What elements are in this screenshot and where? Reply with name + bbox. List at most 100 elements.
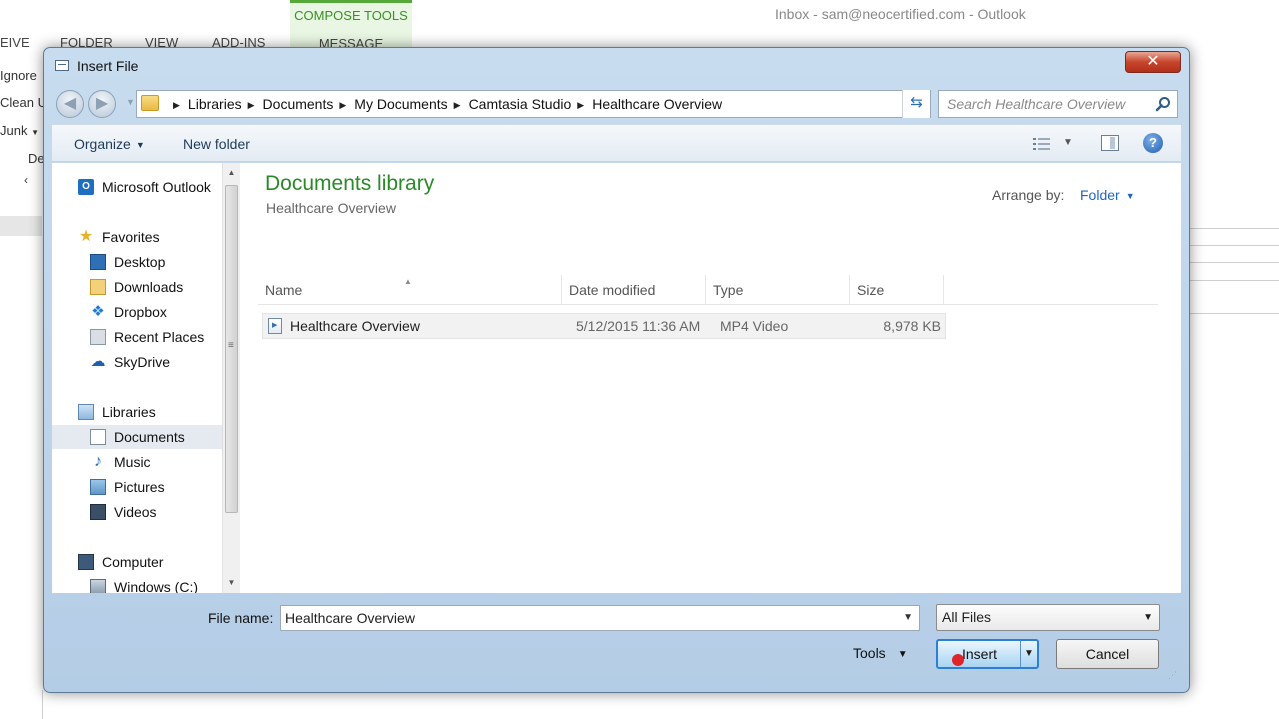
nav-item-label: Videos <box>114 504 157 520</box>
forward-button[interactable]: ▶ <box>88 90 116 118</box>
recent-locations-dropdown[interactable]: ▼ <box>126 97 135 107</box>
file-list-pane: Documents library Healthcare Overview Ar… <box>250 163 1181 593</box>
chevron-down-icon: ▼ <box>135 140 145 150</box>
nav-item-skydrive[interactable]: ☁ SkyDrive <box>52 350 238 374</box>
breadcrumb-separator-icon[interactable]: ▶ <box>173 92 180 118</box>
back-button[interactable]: ◀ <box>56 90 84 118</box>
breadcrumb-documents[interactable]: Documents <box>263 96 334 112</box>
close-button[interactable]: ✕ <box>1125 51 1181 73</box>
close-icon: ✕ <box>1146 53 1160 70</box>
breadcrumb-separator-icon[interactable]: ▶ <box>454 92 461 118</box>
outlook-icon: O <box>78 179 94 195</box>
folder-selection <box>0 216 42 236</box>
folder-icon <box>141 95 159 111</box>
refresh-button[interactable]: ⇆ <box>902 90 930 118</box>
change-view-button[interactable]: ▼ <box>1033 135 1073 155</box>
column-header-date-modified[interactable]: Date modified <box>562 275 706 305</box>
column-header-label: Type <box>713 282 744 298</box>
nav-item-computer[interactable]: Computer <box>52 550 238 574</box>
breadcrumb-healthcare-overview[interactable]: Healthcare Overview <box>592 96 722 112</box>
breadcrumb-camtasia-studio[interactable]: Camtasia Studio <box>469 96 572 112</box>
cursor-indicator <box>952 654 964 666</box>
chevron-down-icon[interactable]: ▼ <box>903 606 913 630</box>
nav-item-dropbox[interactable]: ❖ Dropbox <box>52 300 238 324</box>
tools-button[interactable]: Tools ▼ <box>853 645 908 661</box>
help-button[interactable]: ? <box>1143 133 1163 153</box>
pictures-icon <box>90 479 106 495</box>
breadcrumb-my-documents[interactable]: My Documents <box>354 96 447 112</box>
file-name-input[interactable]: Healthcare Overview ▼ <box>280 605 920 631</box>
nav-item-favorites[interactable]: ★ Favorites <box>52 225 238 249</box>
nav-item-documents[interactable]: Documents <box>52 425 238 449</box>
breadcrumb-separator-icon[interactable]: ▶ <box>577 92 584 118</box>
nav-item-videos[interactable]: Videos <box>52 500 238 524</box>
column-header-row: Name ▲ Date modified Type Size <box>258 275 1158 305</box>
nav-item-microsoft-outlook[interactable]: O Microsoft Outlook <box>52 175 238 199</box>
insert-options-dropdown[interactable]: ▼ <box>1020 641 1037 667</box>
arrange-by-value: Folder <box>1080 187 1120 203</box>
nav-item-label: Desktop <box>114 254 166 270</box>
outlook-message-list-lines <box>1190 220 1279 340</box>
file-row[interactable]: Healthcare Overview 5/12/2015 11:36 AM M… <box>262 313 946 339</box>
organize-label: Organize <box>74 136 131 152</box>
search-box <box>938 90 1178 118</box>
navigation-pane: O Microsoft Outlook ★ Favorites Desktop … <box>52 163 240 593</box>
downloads-folder-icon <box>90 279 106 295</box>
dialog-window-icon <box>55 60 69 71</box>
search-input[interactable] <box>947 95 1147 113</box>
breadcrumb-separator-icon[interactable]: ▶ <box>248 92 255 118</box>
clean-up-button[interactable]: Clean U <box>0 95 47 110</box>
document-icon <box>90 429 106 445</box>
arrange-by-label: Arrange by: <box>992 187 1065 203</box>
nav-item-label: Favorites <box>102 229 160 245</box>
file-name: Healthcare Overview <box>290 318 420 334</box>
nav-item-recent-places[interactable]: Recent Places <box>52 325 238 349</box>
navigation-scrollbar[interactable]: ▲ ▼ <box>222 163 240 593</box>
nav-item-desktop[interactable]: Desktop <box>52 250 238 274</box>
ignore-button[interactable]: Ignore <box>0 68 37 83</box>
nav-item-label: Microsoft Outlook <box>102 179 211 195</box>
nav-item-libraries[interactable]: Libraries <box>52 400 238 424</box>
resize-grip-icon[interactable]: ⋰ <box>1168 670 1177 681</box>
nav-item-label: Downloads <box>114 279 184 295</box>
outlook-title-bar <box>0 0 1279 34</box>
new-folder-button[interactable]: New folder <box>183 136 250 152</box>
file-type-value: All Files <box>942 609 992 625</box>
nav-item-label: Libraries <box>102 404 156 420</box>
column-header-size[interactable]: Size <box>850 275 944 305</box>
scroll-up-icon[interactable]: ▲ <box>223 165 240 181</box>
column-header-type[interactable]: Type <box>706 275 850 305</box>
chevron-down-icon: ▼ <box>1125 191 1135 201</box>
file-type-select[interactable]: All Files ▼ <box>936 604 1160 631</box>
nav-item-downloads[interactable]: Downloads <box>52 275 238 299</box>
nav-item-label: Computer <box>102 554 164 570</box>
column-header-name[interactable]: Name ▲ <box>258 275 562 305</box>
cloud-icon: ☁ <box>90 353 106 370</box>
junk-button[interactable]: Junk ▼ <box>0 123 39 138</box>
dialog-title: Insert File <box>77 58 139 74</box>
chevron-left-icon[interactable]: ‹ <box>24 173 28 187</box>
arrange-by-dropdown[interactable]: Folder ▼ <box>1080 187 1135 203</box>
tab-receive[interactable]: EIVE <box>0 35 30 50</box>
organize-button[interactable]: Organize ▼ <box>74 136 145 152</box>
compose-tools-label: COMPOSE TOOLS <box>294 8 408 23</box>
search-icon[interactable] <box>1155 96 1171 112</box>
dialog-title-bar[interactable]: Insert File ✕ <box>44 48 1189 86</box>
navigation-buttons: ◀ ▶ ▼ <box>56 89 135 119</box>
address-bar[interactable]: ▶ Libraries ▶ Documents ▶ My Documents ▶ Camtas… <box>136 90 931 118</box>
sort-ascending-icon: ▲ <box>404 277 412 286</box>
preview-pane-button[interactable] <box>1101 135 1119 151</box>
cancel-button[interactable]: Cancel <box>1056 639 1159 669</box>
scroll-down-icon[interactable]: ▼ <box>223 575 240 591</box>
nav-item-pictures[interactable]: Pictures <box>52 475 238 499</box>
insert-button[interactable]: Insert ▼ <box>936 639 1039 669</box>
scrollbar-thumb[interactable] <box>225 185 238 513</box>
breadcrumb-separator-icon[interactable]: ▶ <box>339 92 346 118</box>
breadcrumb-libraries[interactable]: Libraries <box>188 96 242 112</box>
nav-item-windows-c[interactable]: Windows (C:) <box>52 575 238 593</box>
insert-file-dialog: Insert File ✕ ◀ ▶ ▼ ▶ Libraries ▶ Documents… <box>43 47 1190 693</box>
list-divider <box>1190 280 1279 281</box>
nav-item-music[interactable]: ♪ Music <box>52 450 238 474</box>
file-name-value: Healthcare Overview <box>285 610 415 626</box>
libraries-icon <box>78 404 94 420</box>
